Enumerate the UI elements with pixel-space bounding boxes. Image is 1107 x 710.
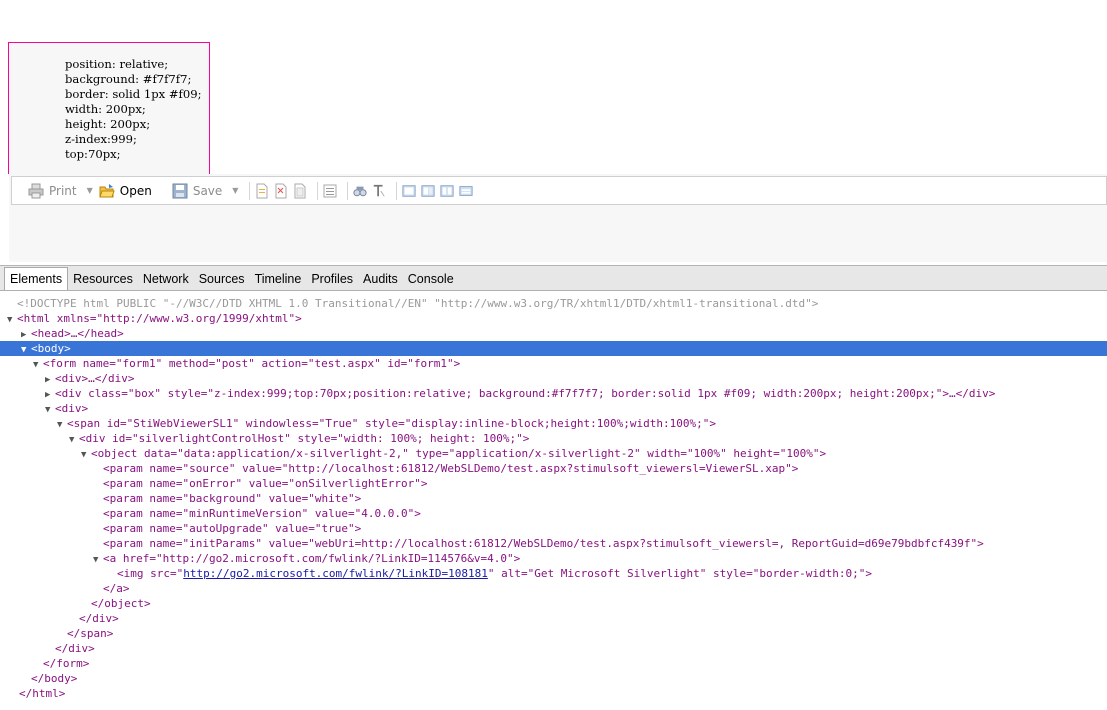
tab-sources[interactable]: Sources xyxy=(194,268,250,290)
dom-node-head[interactable]: ▶ <head>…</head> xyxy=(0,326,1107,341)
dom-node-host[interactable]: ▼ <div id="silverlightControlHost" style=… xyxy=(0,431,1107,446)
node-text: <div>…</div> xyxy=(55,372,135,385)
dom-node-param[interactable]: <param name="initParams" value="webUri=h… xyxy=(0,536,1107,551)
dom-node-span-close[interactable]: </span> xyxy=(0,626,1107,641)
node-text: </body> xyxy=(31,672,78,685)
demo-box: position: relative; background: #f7f7f7;… xyxy=(8,42,210,174)
dom-node-div[interactable]: ▶ <div>…</div> xyxy=(0,371,1107,386)
node-text: <div class="box" style="z-index:999;top:… xyxy=(55,387,996,400)
tab-resources[interactable]: Resources xyxy=(68,268,138,290)
report-viewer: Print ▼ Open Save ▼ xyxy=(9,174,1107,262)
node-text: <object data="data:application/x-silverl… xyxy=(91,447,827,460)
dom-node-div-close[interactable]: </div> xyxy=(0,641,1107,656)
dom-node-anchor[interactable]: ▼ <a href="http://go2.microsoft.com/fwlin… xyxy=(0,551,1107,566)
dom-tree: <!DOCTYPE html PUBLIC "-//W3C//DTD XHTML… xyxy=(0,296,1107,701)
img-src-link[interactable]: http://go2.microsoft.com/fwlink/?LinkID=… xyxy=(183,567,488,580)
dom-node-object-close[interactable]: </object> xyxy=(0,596,1107,611)
tab-timeline[interactable]: Timeline xyxy=(250,268,307,290)
node-text: " alt="Get Microsoft Silverlight" style=… xyxy=(487,567,872,580)
dom-node-img[interactable]: <img src="http://go2.microsoft.com/fwlin… xyxy=(0,566,1107,581)
dom-node-html-close[interactable]: </html> xyxy=(0,686,1107,701)
node-text: <param name="initParams" value="webUri=h… xyxy=(103,537,984,550)
dom-node-doctype[interactable]: <!DOCTYPE html PUBLIC "-//W3C//DTD XHTML… xyxy=(0,296,1107,311)
node-text: </form> xyxy=(43,657,90,670)
node-text: </span> xyxy=(67,627,114,640)
node-text: <head>…</head> xyxy=(31,327,124,340)
dom-node-div-close[interactable]: </div> xyxy=(0,611,1107,626)
multi-page-view-icon[interactable] xyxy=(440,183,455,199)
dom-node-param[interactable]: <param name="background" value="white"> xyxy=(0,491,1107,506)
save-label: Save xyxy=(192,183,223,198)
node-text: <form name="form1" method="post" action=… xyxy=(43,357,461,370)
print-label: Print xyxy=(49,183,77,198)
print-button[interactable]: Print ▼ xyxy=(28,180,93,202)
dom-node-div-open[interactable]: ▼ <div> xyxy=(0,401,1107,416)
printer-icon xyxy=(28,183,44,198)
dom-node-form-close[interactable]: </form> xyxy=(0,656,1107,671)
folder-open-icon xyxy=(99,183,115,197)
list-icon[interactable] xyxy=(323,183,337,199)
dom-node-param[interactable]: <param name="minRuntimeVersion" value="4… xyxy=(0,506,1107,521)
floppy-disk-icon xyxy=(172,183,188,198)
single-page-view-icon[interactable] xyxy=(402,183,417,199)
node-text: </html> xyxy=(19,687,66,700)
continuous-view-icon[interactable] xyxy=(421,183,436,199)
node-text: <img src=" xyxy=(117,567,184,580)
dom-node-div-box[interactable]: ▶ <div class="box" style="z-index:999;top… xyxy=(0,386,1107,401)
first-page-icon[interactable] xyxy=(255,183,269,199)
node-text: <body> xyxy=(31,342,71,355)
toolbar-separator xyxy=(347,181,349,200)
toolbar-separator xyxy=(396,181,398,200)
tab-console[interactable]: Console xyxy=(403,268,459,290)
node-text: </div> xyxy=(79,612,119,625)
dom-node-body-close[interactable]: </body> xyxy=(0,671,1107,686)
zoom-icon[interactable] xyxy=(459,183,474,199)
dom-node-html[interactable]: ▼ <html xmlns="http://www.w3.org/1999/xht… xyxy=(0,311,1107,326)
doctype-text: <!DOCTYPE html PUBLIC "-//W3C//DTD XHTML… xyxy=(17,297,819,310)
save-button[interactable]: Save ▼ xyxy=(172,180,238,202)
dom-node-body-selected[interactable]: ▼ <body> xyxy=(0,341,1107,356)
viewer-toolbar: Print ▼ Open Save ▼ xyxy=(11,176,1107,205)
node-text: <html xmlns="http://www.w3.org/1999/xhtm… xyxy=(17,312,302,325)
dom-node-param[interactable]: <param name="source" value="http://local… xyxy=(0,461,1107,476)
dom-node-span[interactable]: ▼ <span id="StiWebViewerSL1" windowless="… xyxy=(0,416,1107,431)
previous-page-icon[interactable] xyxy=(274,183,288,199)
node-text: <param name="onError" value="onSilverlig… xyxy=(103,477,428,490)
node-text: <param name="minRuntimeVersion" value="4… xyxy=(103,507,421,520)
node-text: </a> xyxy=(103,582,130,595)
open-button[interactable]: Open xyxy=(99,180,152,202)
node-text: <param name="source" value="http://local… xyxy=(103,462,799,475)
dom-node-anchor-close[interactable]: </a> xyxy=(0,581,1107,596)
box-css-text: position: relative; background: #f7f7f7;… xyxy=(65,57,202,161)
open-label: Open xyxy=(119,183,152,198)
devtools-panel: Elements Resources Network Sources Timel… xyxy=(0,265,1107,710)
toolbar-separator xyxy=(317,181,319,200)
dom-node-param[interactable]: <param name="autoUpgrade" value="true"> xyxy=(0,521,1107,536)
tab-audits[interactable]: Audits xyxy=(358,268,403,290)
tab-network[interactable]: Network xyxy=(138,268,194,290)
node-text: </div> xyxy=(55,642,95,655)
node-text: <div> xyxy=(55,402,89,415)
text-format-icon[interactable] xyxy=(372,183,386,199)
node-text: <div id="silverlightControlHost" style="… xyxy=(79,432,530,445)
tab-elements[interactable]: Elements xyxy=(4,267,69,290)
chevron-down-icon[interactable]: ▼ xyxy=(87,186,93,195)
devtools-tabbar: Elements Resources Network Sources Timel… xyxy=(0,266,1107,291)
node-text: <param name="autoUpgrade" value="true"> xyxy=(103,522,362,535)
find-icon[interactable] xyxy=(353,183,368,199)
node-text: <a href="http://go2.microsoft.com/fwlink… xyxy=(103,552,521,565)
node-text: <span id="StiWebViewerSL1" windowless="T… xyxy=(67,417,717,430)
node-text: <param name="background" value="white"> xyxy=(103,492,362,505)
tab-profiles[interactable]: Profiles xyxy=(306,268,358,290)
toolbar-separator xyxy=(249,181,251,200)
node-text: </object> xyxy=(91,597,151,610)
page-icon[interactable] xyxy=(293,183,307,199)
dom-node-object[interactable]: ▼ <object data="data:application/x-silver… xyxy=(0,446,1107,461)
dom-node-param[interactable]: <param name="onError" value="onSilverlig… xyxy=(0,476,1107,491)
dom-node-form[interactable]: ▼ <form name="form1" method="post" action… xyxy=(0,356,1107,371)
chevron-down-icon[interactable]: ▼ xyxy=(232,186,238,195)
